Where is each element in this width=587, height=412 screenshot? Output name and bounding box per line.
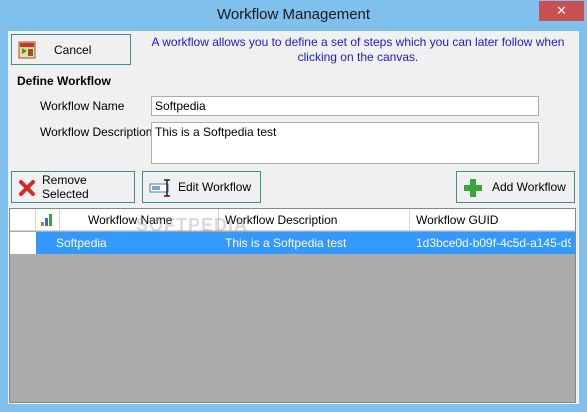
- red-x-icon: [19, 180, 35, 196]
- edit-workflow-button[interactable]: Edit Workflow: [142, 171, 261, 203]
- row-guid-cell[interactable]: 1d3bce0d-b09f-4c5d-a145-d9...: [416, 232, 571, 254]
- row-description-cell[interactable]: This is a Softpedia test: [225, 232, 410, 254]
- edit-workflow-label: Edit Workflow: [178, 180, 252, 194]
- workflow-description-label: Workflow Description: [40, 125, 153, 139]
- icon-column-header: [36, 209, 60, 231]
- workflow-description-input[interactable]: This is a Softpedia test: [151, 122, 539, 164]
- row-header-column: [10, 209, 36, 231]
- add-workflow-button[interactable]: Add Workflow: [456, 171, 575, 203]
- client-area: Cancel A workflow allows you to define a…: [8, 31, 579, 404]
- remove-selected-button[interactable]: Remove Selected: [11, 171, 135, 203]
- info-text: A workflow allows you to define a set of…: [151, 35, 565, 64]
- add-workflow-label: Add Workflow: [492, 180, 566, 194]
- workflow-management-window: Workflow Management ✕ Cancel A workflow …: [0, 0, 587, 412]
- edit-text-icon: [149, 179, 170, 197]
- workflow-name-input[interactable]: [151, 96, 539, 116]
- table-row[interactable]: Softpedia This is a Softpedia test 1d3bc…: [10, 232, 575, 254]
- row-header-cell[interactable]: [10, 232, 36, 254]
- workflow-name-label: Workflow Name: [40, 99, 125, 113]
- define-workflow-title: Define Workflow: [17, 74, 111, 88]
- remove-selected-label: Remove Selected: [42, 173, 89, 201]
- title-bar[interactable]: Workflow Management ✕: [0, 0, 587, 31]
- column-header-guid[interactable]: Workflow GUID: [410, 209, 575, 231]
- workflow-grid[interactable]: Workflow Name Workflow Description Workf…: [9, 208, 576, 403]
- sort-bars-icon: [41, 214, 52, 226]
- cancel-label: Cancel: [54, 42, 92, 57]
- window-title: Workflow Management: [216, 6, 371, 23]
- cancel-button[interactable]: Cancel: [11, 34, 131, 65]
- watermark-url: www.softpedia.com: [172, 228, 250, 238]
- selected-row-highlight[interactable]: Softpedia This is a Softpedia test 1d3bc…: [36, 232, 575, 254]
- exit-door-icon: [18, 41, 36, 59]
- close-button[interactable]: ✕: [539, 1, 584, 21]
- grid-header: Workflow Name Workflow Description Workf…: [10, 209, 575, 231]
- green-plus-icon: [464, 179, 482, 197]
